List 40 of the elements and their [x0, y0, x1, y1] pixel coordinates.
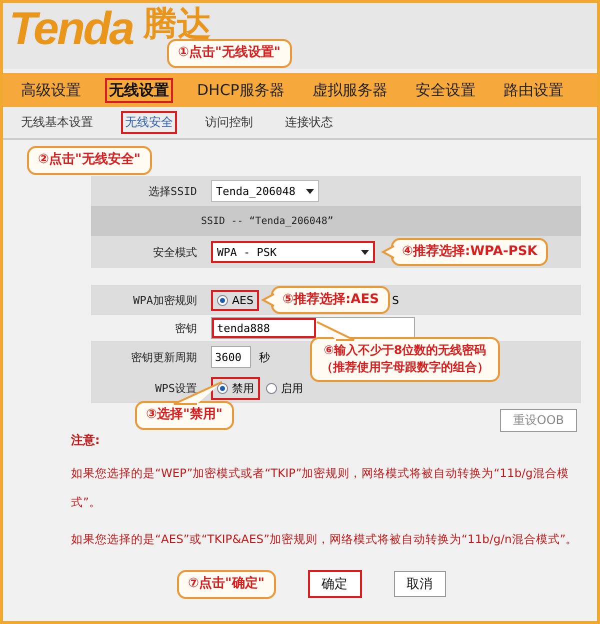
nav-tab[interactable]: 安全设置	[411, 78, 480, 102]
caret-icon	[361, 250, 369, 254]
field-label: WPA加密规则	[132, 292, 198, 308]
ssid-caption: SSID -- “Tenda_206048”	[200, 216, 334, 226]
note-text: 如果您选择的是“WEP”加密模式或者“TKIP”加密规则，网络模式将被自动转换为“11b/g混合模式”。	[71, 465, 570, 511]
radio-option[interactable]: AES	[211, 290, 260, 310]
sub-nav-tab[interactable]: 连接状态	[281, 111, 337, 134]
key-field[interactable]: tenda888	[211, 317, 415, 339]
field-label: 选择SSID	[148, 184, 198, 198]
field-label: 密钥	[174, 320, 198, 336]
reset-button[interactable]: 重设OOB	[500, 409, 577, 432]
brand-logo: Tenda	[9, 3, 134, 53]
field-label: WPS设置	[154, 380, 198, 396]
step-callout: ②点击"无线安全"	[27, 146, 152, 175]
renew-field[interactable]: 3600	[211, 346, 251, 368]
nav-tab[interactable]: 无线设置	[105, 78, 173, 102]
nav-tab[interactable]: 虚拟服务器	[308, 78, 392, 102]
callout-tail	[316, 321, 356, 341]
step-callout: ①点击"无线设置"	[167, 39, 292, 68]
radio-option[interactable]: 启用	[260, 376, 309, 400]
unit-label: 秒	[259, 350, 270, 364]
nav-tab[interactable]: 高级设置	[17, 78, 85, 102]
sub-nav-tab[interactable]: 无线基本设置	[17, 111, 97, 134]
confirm-button[interactable]: 确定	[308, 570, 362, 598]
sub-nav-tab[interactable]: 无线安全	[121, 111, 177, 134]
step-callout: ⑦点击"确定"	[177, 570, 276, 599]
note-text: 如果您选择的是“AES”或“TKIP&AES”加密规则，网络模式将被自动转换为“11b/g/n混合模式”。	[71, 531, 579, 548]
notes-title: 注意:	[71, 432, 101, 449]
mode-select[interactable]: WPA - PSK	[211, 241, 375, 263]
callout-tail	[262, 293, 274, 307]
nav-tab[interactable]: DHCP服务器	[193, 78, 288, 102]
ssid-select[interactable]: Tenda_206048	[211, 180, 319, 202]
nav-tab[interactable]: 路由设置	[499, 78, 568, 102]
field-label: 密钥更新周期	[130, 350, 198, 364]
field-label: 安全模式	[152, 244, 198, 260]
cancel-button[interactable]: 取消	[394, 571, 446, 598]
caret-icon	[306, 188, 314, 194]
radio-option[interactable]: S	[392, 294, 399, 306]
callout-tail	[382, 245, 394, 259]
sub-nav-tab[interactable]: 访问控制	[201, 111, 257, 134]
